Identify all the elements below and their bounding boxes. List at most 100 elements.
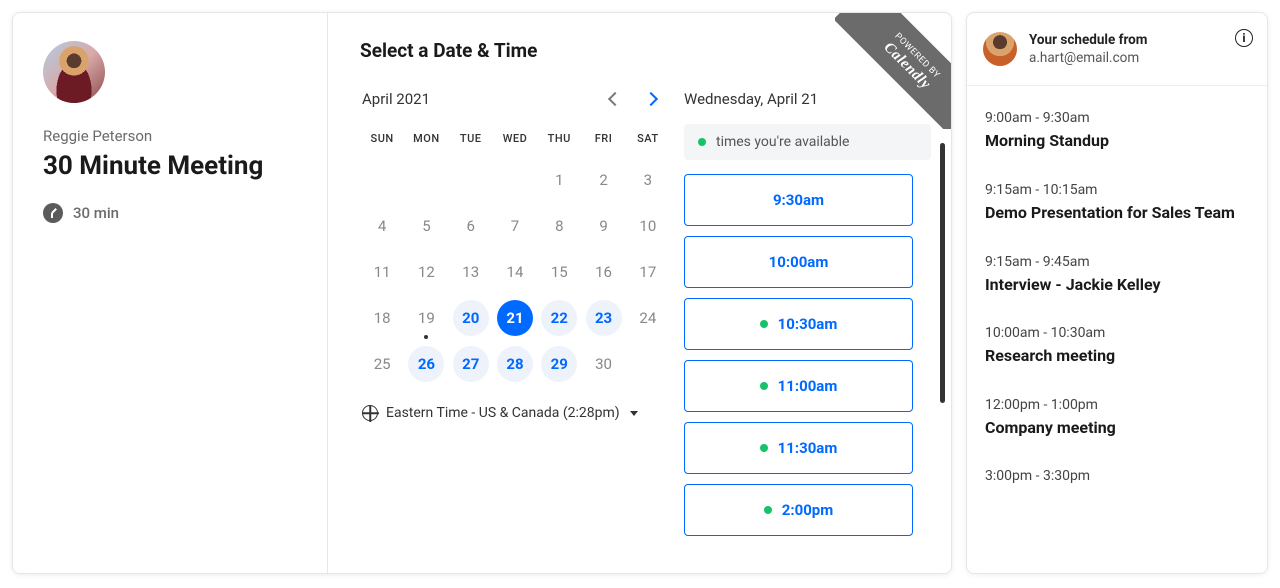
event-title: Company meeting — [985, 417, 1249, 439]
schedule-event: 10:00am - 10:30am Research meeting — [985, 311, 1249, 383]
calendar-day: 9 — [581, 203, 625, 249]
weekday-label: WED — [493, 132, 537, 145]
time-slot[interactable]: 9:30am — [684, 174, 913, 226]
slot-list: 9:30am 10:00am 10:30am 11:00am 11:30am 2:00pm — [684, 174, 931, 555]
host-avatar — [43, 41, 105, 103]
calendar-day: 12 — [404, 249, 448, 295]
event-time: 12:00pm - 1:00pm — [985, 397, 1249, 413]
timezone-selector[interactable]: Eastern Time - US & Canada (2:28pm) — [360, 405, 670, 421]
schedule-event: 12:00pm - 1:00pm Company meeting — [985, 383, 1249, 455]
meeting-title: 30 Minute Meeting — [43, 151, 297, 181]
time-slot-label: 9:30am — [773, 191, 824, 209]
calendar-day[interactable]: 20 — [449, 295, 493, 341]
event-time: 9:15am - 9:45am — [985, 254, 1249, 270]
event-time: 9:15am - 10:15am — [985, 182, 1249, 198]
event-time: 10:00am - 10:30am — [985, 325, 1249, 341]
info-icon[interactable]: i — [1235, 29, 1253, 47]
calendar-day — [626, 341, 670, 387]
event-time: 9:00am - 9:30am — [985, 110, 1249, 126]
calendar-day: 25 — [360, 341, 404, 387]
schedule-card: Your schedule from a.hart@email.com i 9:… — [966, 12, 1268, 574]
calendar-day: 3 — [626, 157, 670, 203]
duration-label: 30 min — [73, 204, 119, 222]
meeting-details-panel: Reggie Peterson 30 Minute Meeting 30 min — [13, 13, 328, 573]
time-slot[interactable]: 10:30am — [684, 298, 913, 350]
time-slot[interactable]: 11:30am — [684, 422, 913, 474]
weekday-label: FRI — [581, 132, 625, 145]
calendar-day: 7 — [493, 203, 537, 249]
weekday-header: SUNMONTUEWEDTHUFRISAT — [360, 132, 670, 145]
event-title: Interview - Jackie Kelley — [985, 274, 1249, 296]
host-name: Reggie Peterson — [43, 127, 297, 145]
event-time: 3:00pm - 3:30pm — [985, 468, 1249, 484]
availability-dot-icon — [760, 382, 768, 390]
availability-dot-icon — [760, 320, 768, 328]
calendar-day: 17 — [626, 249, 670, 295]
calendar-day[interactable]: 22 — [537, 295, 581, 341]
calendar-day: 16 — [581, 249, 625, 295]
time-slot[interactable]: 10:00am — [684, 236, 913, 288]
calendar-day[interactable]: 27 — [449, 341, 493, 387]
calendar-day: 11 — [360, 249, 404, 295]
meeting-duration: 30 min — [43, 203, 297, 223]
schedule-header-line1: Your schedule from — [1029, 31, 1148, 49]
slots-scrollbar[interactable] — [940, 143, 945, 403]
calendar-day: 6 — [449, 203, 493, 249]
time-slot-label: 10:00am — [769, 253, 829, 271]
booking-panel: Select a Date & Time April 2021 SUNMONTU… — [328, 13, 951, 573]
calendar-day: 2 — [581, 157, 625, 203]
time-slots-column: Wednesday, April 21 times you're availab… — [670, 90, 931, 555]
time-slot[interactable]: 2:00pm — [684, 484, 913, 536]
calendar-day: 14 — [493, 249, 537, 295]
prev-month-button[interactable] — [608, 92, 622, 106]
availability-legend: times you're available — [684, 124, 931, 160]
calendar-day — [404, 157, 448, 203]
schedule-header: Your schedule from a.hart@email.com i — [967, 13, 1267, 86]
schedule-event: 9:15am - 9:45am Interview - Jackie Kelley — [985, 240, 1249, 312]
schedule-header-email: a.hart@email.com — [1029, 49, 1148, 67]
calendar-column: April 2021 SUNMONTUEWEDTHUFRISAT 1234567… — [360, 90, 670, 555]
event-title: Research meeting — [985, 345, 1249, 367]
weekday-label: TUE — [449, 132, 493, 145]
timezone-label: Eastern Time - US & Canada (2:28pm) — [386, 405, 620, 421]
weekday-label: MON — [404, 132, 448, 145]
calendar-day[interactable]: 29 — [537, 341, 581, 387]
calendar-day: 15 — [537, 249, 581, 295]
calendar-day: 18 — [360, 295, 404, 341]
user-avatar — [983, 32, 1017, 66]
event-title: Morning Standup — [985, 130, 1249, 152]
calendar-day: 8 — [537, 203, 581, 249]
calendar-day — [493, 157, 537, 203]
calendar-day: 10 — [626, 203, 670, 249]
time-slot[interactable]: 11:00am — [684, 360, 913, 412]
calendar-day: 4 — [360, 203, 404, 249]
availability-dot-icon — [698, 138, 706, 146]
calendar-day: 19 — [404, 295, 448, 341]
schedule-event: 3:00pm - 3:30pm — [985, 454, 1249, 504]
chevron-down-icon — [630, 411, 638, 416]
weekday-label: THU — [537, 132, 581, 145]
calendar-day[interactable]: 21 — [493, 295, 537, 341]
schedule-event: 9:15am - 10:15am Demo Presentation for Sa… — [985, 168, 1249, 240]
powered-by-ribbon[interactable]: POWERED BY Calendly — [835, 12, 952, 129]
booking-card: Reggie Peterson 30 Minute Meeting 30 min… — [12, 12, 952, 574]
calendar-day[interactable]: 28 — [493, 341, 537, 387]
time-slot-label: 2:00pm — [782, 501, 833, 519]
calendar-day: 13 — [449, 249, 493, 295]
clock-icon — [43, 203, 63, 223]
globe-icon — [362, 405, 378, 421]
calendar-day: 30 — [581, 341, 625, 387]
weekday-label: SUN — [360, 132, 404, 145]
calendar-day — [449, 157, 493, 203]
event-list: 9:00am - 9:30am Morning Standup 9:15am - 1… — [967, 86, 1267, 514]
calendar-grid: 1234567891011121314151617181920212223242… — [360, 157, 670, 387]
next-month-button[interactable] — [644, 92, 658, 106]
time-slot-label: 10:30am — [778, 315, 838, 333]
calendar-day[interactable]: 26 — [404, 341, 448, 387]
weekday-label: SAT — [626, 132, 670, 145]
time-slot-label: 11:30am — [778, 439, 838, 457]
event-title: Demo Presentation for Sales Team — [985, 202, 1249, 224]
calendar-day[interactable]: 23 — [581, 295, 625, 341]
calendar-day — [360, 157, 404, 203]
calendar-day: 24 — [626, 295, 670, 341]
